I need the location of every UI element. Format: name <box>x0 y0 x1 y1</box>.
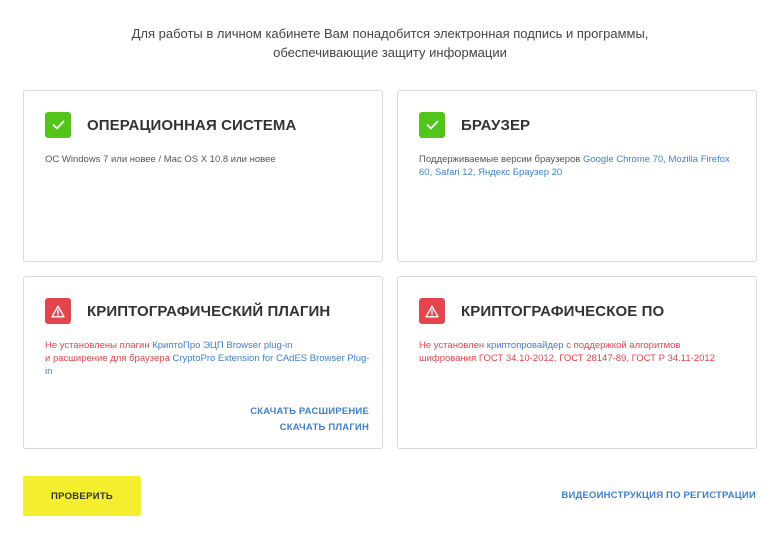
check-button[interactable]: ПРОВЕРИТЬ <box>23 476 141 516</box>
cryptoprovider-link[interactable]: криптопровайдер <box>487 340 564 351</box>
plugin-card-actions: СКАЧАТЬ РАСШИРЕНИЕ СКАЧАТЬ ПЛАГИН <box>250 404 369 436</box>
intro-line-1: Для работы в личном кабинете Вам понадоб… <box>131 26 649 41</box>
check-icon <box>426 120 438 130</box>
os-card: ОПЕРАЦИОННАЯ СИСТЕМА ОС Windows 7 или но… <box>23 90 383 262</box>
crypto-software-card: КРИПТОГРАФИЧЕСКОЕ ПО Не установлен крипт… <box>397 276 757 449</box>
video-instruction-link[interactable]: ВИДЕОИНСТРУКЦИЯ ПО РЕГИСТРАЦИИ <box>561 490 756 501</box>
os-card-description: ОС Windows 7 или новее / Mac OS X 10.8 и… <box>45 154 276 165</box>
warning-icon <box>425 305 439 317</box>
crypto-card-header: КРИПТОГРАФИЧЕСКОЕ ПО <box>419 298 664 324</box>
plugin-desc-part-1: Не установлены плагин <box>45 340 153 351</box>
plugin-status-badge <box>45 298 71 324</box>
crypto-card-description: Не установлен криптопровайдер с поддержк… <box>419 339 729 365</box>
plugin-card-header: КРИПТОГРАФИЧЕСКИЙ ПЛАГИН <box>45 298 330 324</box>
crypto-status-badge <box>419 298 445 324</box>
intro-line-2: обеспечивающие защиту информации <box>273 45 507 60</box>
warning-icon <box>51 305 65 317</box>
plugin-card-description: Не установлены плагин КриптоПро ЭЦП Brow… <box>45 339 375 378</box>
intro-text: Для работы в личном кабинете Вам понадоб… <box>0 24 780 62</box>
plugin-card: КРИПТОГРАФИЧЕСКИЙ ПЛАГИН Не установлены … <box>23 276 383 449</box>
browser-card-header: БРАУЗЕР <box>419 112 530 138</box>
browser-card-title: БРАУЗЕР <box>461 116 531 134</box>
plugin-card-title: КРИПТОГРАФИЧЕСКИЙ ПЛАГИН <box>87 302 331 320</box>
browser-status-badge <box>419 112 445 138</box>
requirements-page: Для работы в личном кабинете Вам понадоб… <box>0 0 780 544</box>
crypto-desc-part-1: Не установлен <box>419 340 487 351</box>
browser-desc-prefix: Поддерживаемые версии браузеров <box>419 154 583 165</box>
plugin-desc-part-2: и расширение для браузера <box>45 353 173 364</box>
check-icon <box>52 120 64 130</box>
browser-card-description: Поддерживаемые версии браузеров Google C… <box>419 153 739 179</box>
os-card-header: ОПЕРАЦИОННАЯ СИСТЕМА <box>45 112 296 138</box>
download-extension-link[interactable]: СКАЧАТЬ РАСШИРЕНИЕ <box>250 404 369 420</box>
os-card-title: ОПЕРАЦИОННАЯ СИСТЕМА <box>87 116 297 134</box>
os-status-badge <box>45 112 71 138</box>
download-plugin-link[interactable]: СКАЧАТЬ ПЛАГИН <box>250 420 369 436</box>
browser-card: БРАУЗЕР Поддерживаемые версии браузеров … <box>397 90 757 262</box>
cryptopro-plugin-link[interactable]: КриптоПро ЭЦП Browser plug-in <box>152 340 292 351</box>
crypto-card-title: КРИПТОГРАФИЧЕСКОЕ ПО <box>461 302 665 320</box>
